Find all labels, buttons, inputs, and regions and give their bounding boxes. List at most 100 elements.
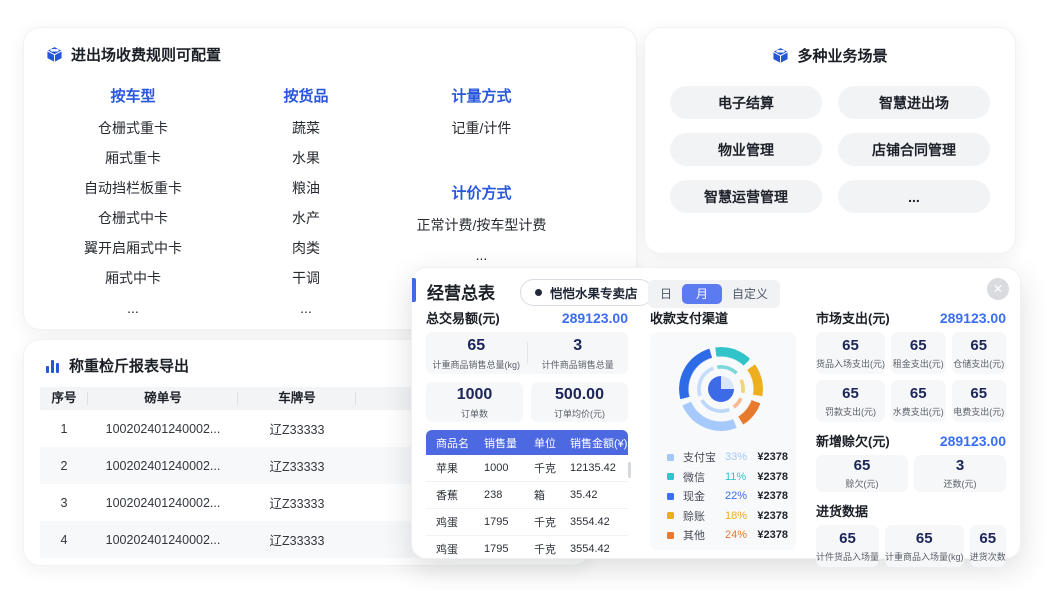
stat-value: 3	[573, 336, 582, 355]
transactions-column: 总交易额(元) 289123.00 65 计重商品销售总量(kg) 3 计件商品…	[426, 308, 628, 562]
report-cell: 4	[40, 533, 88, 547]
scenario-button[interactable]: 电子结算	[670, 86, 822, 119]
legend-swatch-icon	[667, 493, 674, 500]
stat-label: 进货次数	[970, 550, 1006, 563]
stat-value: 65	[910, 337, 927, 355]
stat-label: 仓储支出(元)	[953, 357, 1004, 370]
stat-box: 65电费支出(元)	[952, 380, 1007, 422]
stat-box: 3 计件商品销售总量	[528, 336, 629, 371]
stat-value: 65	[970, 385, 987, 403]
scenario-button[interactable]: ...	[838, 180, 990, 213]
legend-swatch-icon	[667, 473, 674, 480]
scenario-button[interactable]: 智慧进出场	[838, 86, 990, 119]
stat-grid: 65计件货品入场量 65 计重商品入场量(kg) 65 进货次数	[816, 525, 1006, 567]
vehicle-type-column: 按车型仓栅式重卡厢式重卡自动挡栏板重卡仓栅式中卡翼开启厢式中卡厢式中卡...	[48, 88, 218, 317]
legend-amount: ¥2378	[757, 490, 788, 502]
report-cell: 100202401240002...	[88, 422, 238, 436]
stat-label: 货品入场支出(元)	[816, 357, 885, 370]
payment-channels-label: 收款支付渠道	[650, 308, 728, 327]
stat-label: 计重商品销售总量(kg)	[433, 358, 521, 371]
rule-item: 肉类	[292, 240, 320, 257]
total-transaction-label: 总交易额(元)	[426, 308, 500, 327]
product-cell: 千克	[534, 460, 570, 476]
stat-value: 500.00	[555, 385, 604, 404]
rule-item: 蔬菜	[292, 120, 320, 137]
section-label-row: 新增赊欠(元) 289123.00	[816, 431, 1006, 449]
tab-custom[interactable]: 自定义	[722, 284, 778, 304]
payment-channels-row: 收款支付渠道	[650, 308, 796, 326]
stat-box: 65赊欠(元)	[816, 455, 908, 492]
stat-box: 65 租金支出(元)	[891, 332, 946, 374]
legend-swatch-icon	[667, 512, 674, 519]
legend-percent: 22%	[725, 490, 757, 502]
bar-chart-icon	[46, 359, 61, 373]
period-tabs: 日 月 自定义	[648, 280, 780, 308]
rule-item: 自动挡栏板重卡	[84, 180, 182, 197]
legend-amount: ¥2378	[757, 510, 788, 522]
business-summary-card: 经营总表 恺恺水果专卖店 日 月 自定义 ✕ 总交易额(元) 289123.00…	[412, 268, 1020, 558]
business-scenarios-card: 多种业务场景 电子结算智慧进出场物业管理店铺合同管理智慧运营管理...	[645, 28, 1015, 253]
legend-item: 其他24%¥2378	[667, 528, 788, 542]
product-col-header: 单位	[534, 435, 570, 451]
stat-box: 65罚款支出(元)	[816, 380, 885, 422]
scenario-button[interactable]: 店铺合同管理	[838, 133, 990, 166]
scenario-button[interactable]: 物业管理	[670, 133, 822, 166]
expenses-column: 市场支出(元)289123.0065货品入场支出(元)65租金支出(元)65仓储…	[816, 308, 1006, 567]
product-cell: 238	[484, 489, 534, 501]
close-button[interactable]: ✕	[987, 278, 1009, 300]
product-cell: 箱	[534, 487, 570, 503]
stat-label: 计重商品入场量(kg)	[885, 550, 964, 563]
tab-day[interactable]: 日	[650, 284, 682, 304]
rule-item: 粮油	[292, 180, 320, 197]
store-selector[interactable]: 恺恺水果专卖店	[520, 279, 653, 306]
stat-grid: 65货品入场支出(元)65租金支出(元)65仓储支出(元)65罚款支出(元)65…	[816, 332, 1006, 422]
stat-box: 65货品入场支出(元)	[816, 332, 885, 374]
stat-label: 租金支出(元)	[893, 357, 944, 370]
section-label: 新增赊欠(元)	[816, 431, 890, 450]
report-col-header: 车牌号	[238, 387, 356, 410]
product-cell: 12135.42	[570, 462, 628, 474]
product-cell: 1000	[484, 462, 534, 474]
stat-value: 65	[979, 530, 996, 548]
stat-box: 65计件货品入场量	[816, 525, 879, 567]
scenario-button[interactable]: 智慧运营管理	[670, 180, 822, 213]
section-value: 289123.00	[940, 433, 1006, 449]
stat-label: 订单数	[461, 407, 488, 420]
legend-percent: 33%	[725, 451, 757, 463]
rules-column-header: 计价方式	[451, 185, 511, 203]
cube-icon	[46, 46, 63, 63]
legend-name: 支付宝	[683, 449, 725, 465]
section-label-row: 市场支出(元)289123.00	[816, 308, 1006, 326]
product-col-header: 商品名	[436, 435, 484, 451]
stat-box: 1000 订单数	[426, 382, 523, 422]
stat-box: 65 进货次数	[970, 525, 1006, 567]
tab-month[interactable]: 月	[682, 284, 722, 304]
legend-item: 现金22%¥2378	[667, 489, 788, 503]
scenarios-card-title: 多种业务场景	[797, 45, 887, 66]
donut-chart	[679, 347, 763, 431]
report-cell: 3	[40, 496, 88, 510]
scrollbar[interactable]	[628, 462, 631, 478]
stat-box: 65 水费支出(元)	[891, 380, 946, 422]
stat-label: 水费支出(元)	[893, 405, 944, 418]
report-cell: 100202401240002...	[88, 533, 238, 547]
legend-amount: ¥2378	[757, 471, 788, 483]
total-transaction-row: 总交易额(元) 289123.00	[426, 308, 628, 326]
summary-title: 经营总表	[427, 279, 495, 304]
store-dot-icon	[535, 289, 542, 296]
rule-item: 厢式重卡	[105, 150, 161, 167]
legend-name: 现金	[683, 488, 725, 504]
section-value: 289123.00	[940, 310, 1006, 326]
rule-item: 仓栅式中卡	[98, 210, 168, 227]
stat-box: 65 计重商品销售总量(kg)	[426, 336, 527, 371]
product-cell: 苹果	[436, 460, 484, 476]
stat-value: 65	[910, 385, 927, 403]
report-cell: 100202401240002...	[88, 496, 238, 510]
rule-item: 厢式中卡	[105, 270, 161, 287]
scenario-buttons-grid: 电子结算智慧进出场物业管理店铺合同管理智慧运营管理...	[670, 86, 990, 213]
rule-item: 水产	[292, 210, 320, 227]
rules-column-header: 按车型	[110, 88, 155, 106]
legend-percent: 24%	[725, 529, 757, 541]
rules-column-header: 计量方式	[451, 88, 511, 106]
payment-legend: 支付宝33%¥2378微信11%¥2378现金22%¥2378赊账18%¥237…	[667, 450, 788, 548]
